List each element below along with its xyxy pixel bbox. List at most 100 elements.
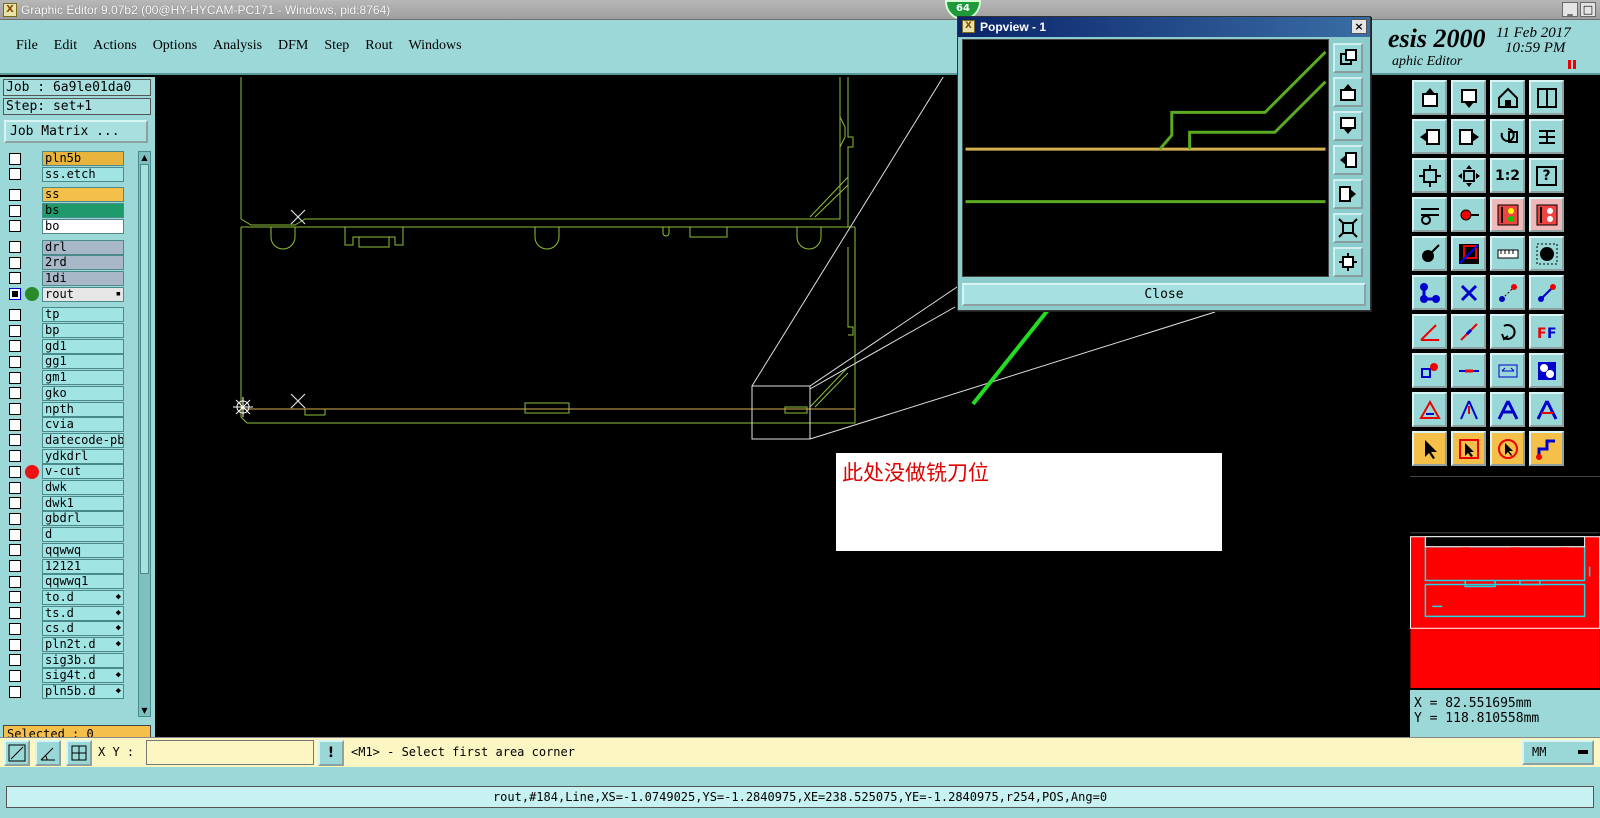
overview-minimap[interactable] — [1410, 476, 1600, 688]
layer-name[interactable]: dwk — [42, 480, 124, 495]
zoom-fit-button[interactable] — [1412, 158, 1447, 193]
layer-name[interactable]: qqwwq — [42, 542, 124, 558]
scrollbar-thumb[interactable] — [140, 164, 149, 574]
layer-checkbox[interactable] — [9, 450, 21, 463]
layer-checkbox[interactable] — [9, 685, 21, 698]
layer-checkbox[interactable] — [9, 204, 21, 217]
layer-name[interactable]: 2rd — [42, 255, 124, 271]
node-arrow-button[interactable] — [1490, 275, 1525, 310]
letter-a-button[interactable] — [1490, 392, 1525, 427]
layer-name[interactable]: cvia — [42, 417, 124, 433]
layer-row-gbdrl[interactable]: gbdrl — [4, 511, 134, 527]
traffic-light-button[interactable] — [1529, 197, 1564, 232]
layer-name[interactable]: cs.d ◆ — [42, 621, 124, 637]
layer-list-scrollbar[interactable]: ▲ ▼ — [138, 151, 151, 717]
move-right-button[interactable] — [1451, 119, 1486, 154]
route-button[interactable] — [1529, 431, 1564, 466]
ff-button[interactable]: FF — [1529, 314, 1564, 349]
pad-pair-button[interactable] — [1412, 353, 1447, 388]
layer-row-gm1[interactable]: gm1 — [4, 370, 134, 386]
popview-close-button[interactable]: Close — [962, 283, 1366, 306]
layer-row-bp[interactable]: bp — [4, 323, 134, 338]
help-button[interactable]: ? — [1529, 158, 1564, 193]
layer-name[interactable]: gd1 — [42, 338, 124, 354]
menu-actions[interactable]: Actions — [93, 38, 137, 54]
layer-name[interactable]: 12121 — [42, 558, 124, 574]
layer-checkbox[interactable] — [9, 575, 21, 588]
layer-name[interactable]: pln5b.d ◆ — [42, 684, 124, 700]
menu-step[interactable]: Step — [324, 38, 349, 54]
move-left-button[interactable] — [1412, 119, 1447, 154]
layer-checkbox[interactable] — [9, 560, 21, 572]
units-select[interactable]: MM — [1522, 740, 1594, 765]
layer-row-gd1[interactable]: gd1 — [4, 338, 134, 354]
layer-row-2rd[interactable]: 2rd — [4, 255, 134, 271]
zoom-home-button[interactable] — [1451, 158, 1486, 193]
layer-name[interactable]: d — [42, 527, 124, 543]
menu-analysis[interactable]: Analysis — [213, 38, 262, 54]
home-button[interactable] — [1490, 80, 1525, 115]
layer-checkbox[interactable] — [9, 465, 21, 478]
layer-name[interactable]: pln2t.d ◆ — [42, 637, 124, 652]
menu-windows[interactable]: Windows — [409, 38, 462, 54]
layer-checkbox[interactable] — [9, 654, 21, 667]
window-split-button[interactable] — [1529, 80, 1564, 115]
layer-name[interactable]: gbdrl — [42, 511, 124, 527]
layer-checkbox[interactable] — [9, 528, 21, 541]
layer-checkbox[interactable] — [9, 256, 21, 269]
scroll-down-icon[interactable]: ▼ — [139, 705, 150, 716]
layer-row-to.d[interactable]: to.d ◆ — [4, 589, 134, 605]
popview-title-bar[interactable]: X Popview - 1 × — [958, 17, 1370, 37]
net-highlight-button[interactable] — [1451, 236, 1486, 271]
line-break-button[interactable] — [1451, 353, 1486, 388]
layer-row-tp[interactable]: tp — [4, 307, 134, 323]
menu-options[interactable]: Options — [153, 38, 197, 54]
layer-row-d[interactable]: d — [4, 527, 134, 543]
layer-row-ss.etch[interactable]: ss.etch — [4, 166, 134, 182]
layer-name[interactable]: sig4t.d ◆ — [42, 668, 124, 684]
layer-name[interactable]: tp — [42, 307, 124, 323]
scale-1-2-button[interactable]: 1:2 — [1490, 158, 1525, 193]
layer-row-npth[interactable]: npth — [4, 401, 134, 417]
layer-checkbox[interactable] — [9, 387, 21, 400]
layer-row-pln5b.d[interactable]: pln5b.d ◆ — [4, 684, 134, 700]
layer-row-datecode-pbe[interactable]: datecode-pbe — [4, 432, 134, 448]
job-matrix-button[interactable]: Job Matrix ... — [4, 120, 148, 143]
traffic-light-red-button[interactable] — [1490, 197, 1525, 232]
rotate-button[interactable] — [1490, 119, 1525, 154]
layer-checkbox[interactable] — [9, 544, 21, 557]
line-angle-button[interactable] — [1412, 314, 1447, 349]
pad-dot-button[interactable] — [1529, 236, 1564, 271]
triangle-up-button[interactable] — [1451, 392, 1486, 427]
layer-row-dwk1[interactable]: dwk1 — [4, 495, 134, 511]
layer-row-drl[interactable]: drl — [4, 239, 134, 255]
layer-name[interactable]: npth — [42, 401, 124, 417]
layer-row-qqwwq[interactable]: qqwwq — [4, 542, 134, 558]
layer-name[interactable]: bo — [42, 218, 124, 234]
dot-select-button[interactable] — [1412, 236, 1447, 271]
node-arrow2-button[interactable] — [1529, 275, 1564, 310]
pop-pan-right-button[interactable] — [1333, 179, 1363, 209]
layer-checkbox[interactable] — [9, 481, 21, 494]
snap-mode-button[interactable] — [4, 740, 30, 766]
popview-close-x-button[interactable]: × — [1351, 19, 1367, 34]
layer-checkbox[interactable] — [9, 188, 21, 201]
pop-pan-left-button[interactable] — [1333, 145, 1363, 175]
layer-checkbox[interactable] — [9, 340, 21, 353]
layer-row-12121[interactable]: 12121 — [4, 558, 134, 574]
menu-file[interactable]: File — [16, 38, 38, 54]
pop-zoom-window-button[interactable] — [1333, 43, 1363, 73]
layer-name[interactable]: bs — [42, 203, 124, 219]
layer-checkbox[interactable] — [9, 288, 21, 301]
layer-name[interactable]: gg1 — [42, 354, 124, 370]
layer-checkbox[interactable] — [9, 308, 21, 321]
layer-row-sig3b.d[interactable]: sig3b.d — [4, 652, 134, 668]
layer-row-sig4t.d[interactable]: sig4t.d ◆ — [4, 668, 134, 684]
maximize-button[interactable]: □ — [1580, 2, 1596, 17]
layer-row-1di[interactable]: 1di — [4, 270, 134, 286]
layer-affected-dot-icon[interactable] — [25, 464, 39, 479]
layer-row-dwk[interactable]: dwk — [4, 480, 134, 495]
layer-row-qqwwq1[interactable]: qqwwq1 — [4, 574, 134, 590]
layer-checkbox[interactable] — [9, 622, 21, 635]
layer-checkbox[interactable] — [9, 272, 21, 285]
